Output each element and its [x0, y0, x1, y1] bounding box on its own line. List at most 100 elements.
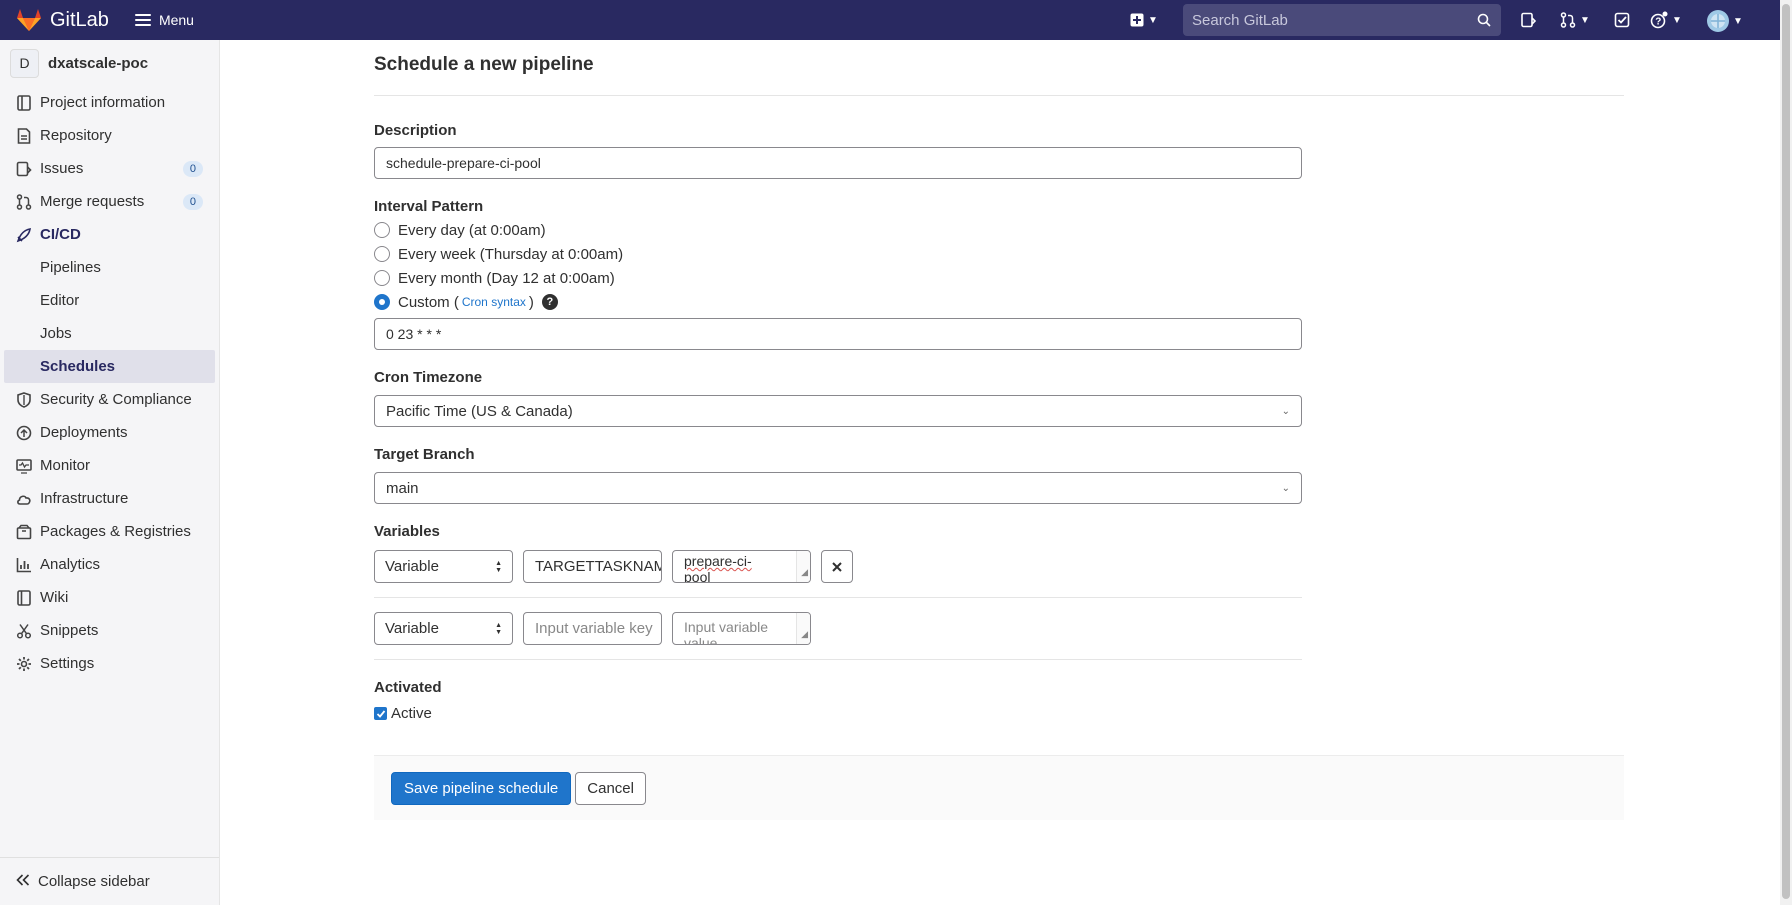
- sidebar-subitem-jobs[interactable]: Jobs: [0, 317, 219, 350]
- repository-icon: [15, 127, 33, 145]
- close-icon: [832, 561, 842, 572]
- sidebar-item-packages-registries[interactable]: Packages & Registries: [0, 515, 219, 548]
- interval-option-daily[interactable]: Every day (at 0:00am): [374, 218, 1624, 242]
- avatar: [1707, 10, 1729, 32]
- chevron-down-icon: ⌄: [1281, 482, 1290, 494]
- page-scrollbar[interactable]: [1780, 0, 1792, 905]
- merge-requests-button[interactable]: ▼: [1560, 12, 1590, 28]
- variable-row: Variable ▲ ▼ TARGETTASKNAM prepare-ci- po…: [374, 536, 1302, 598]
- sidebar-item-merge-requests[interactable]: Merge requests 0: [0, 185, 219, 218]
- sidebar-item-label: CI/CD: [40, 226, 81, 243]
- resize-handle-icon[interactable]: ◢: [801, 564, 808, 580]
- radio-custom[interactable]: [374, 294, 390, 310]
- search-input[interactable]: [1192, 11, 1462, 29]
- sidebar-item-project-information[interactable]: Project information: [0, 86, 219, 119]
- form-actions: Save pipeline schedule Cancel: [374, 755, 1624, 820]
- sidebar-item-settings[interactable]: Settings: [0, 647, 219, 680]
- sidebar-item-label: Infrastructure: [40, 490, 129, 507]
- question-circle-icon[interactable]: ?: [541, 294, 558, 310]
- sidebar-item-snippets[interactable]: Snippets: [0, 614, 219, 647]
- chevron-down-icon: ▼: [1580, 14, 1590, 26]
- active-label: Active: [391, 705, 432, 722]
- page-title: Schedule a new pipeline: [374, 54, 1624, 96]
- todos-button[interactable]: [1614, 12, 1630, 28]
- up-down-arrows-icon: ▲ ▼: [495, 559, 502, 574]
- project-header[interactable]: D dxatscale-poc: [0, 40, 219, 86]
- merge-request-icon: [15, 193, 33, 211]
- variable-value-textarea[interactable]: prepare-ci- pool ◢: [672, 550, 811, 583]
- variable-value-line: pool: [684, 569, 711, 583]
- sidebar-item-label: Project information: [40, 94, 166, 111]
- chevron-down-icon: ▼: [1148, 14, 1158, 26]
- sidebar-subitem-schedules[interactable]: Schedules: [4, 350, 215, 383]
- interval-option-custom[interactable]: Custom ( Cron syntax ) ?: [374, 290, 1624, 314]
- description-input[interactable]: schedule-prepare-ci-pool: [374, 147, 1302, 179]
- sidebar-item-security-compliance[interactable]: Security & Compliance: [0, 383, 219, 416]
- cron-syntax-link[interactable]: Cron syntax: [462, 295, 526, 309]
- sidebar-item-infrastructure[interactable]: Infrastructure: [0, 482, 219, 515]
- radio-weekly[interactable]: [374, 246, 390, 262]
- monitor-icon: [15, 457, 33, 475]
- cron-pattern-input[interactable]: 0 23 * * *: [374, 318, 1302, 350]
- radio-label: Every day (at 0:00am): [398, 221, 546, 239]
- new-dropdown-button[interactable]: ▼: [1130, 13, 1158, 27]
- project-information-icon: [15, 94, 33, 112]
- search-box[interactable]: [1183, 4, 1501, 36]
- sidebar-subitem-editor[interactable]: Editor: [0, 284, 219, 317]
- help-button[interactable]: ? ▼: [1650, 11, 1682, 29]
- variable-type-select[interactable]: Variable ▲ ▼: [374, 612, 513, 645]
- merge-request-icon: [1560, 12, 1576, 28]
- sidebar-subitem-pipelines[interactable]: Pipelines: [0, 251, 219, 284]
- collapse-sidebar-button[interactable]: Collapse sidebar: [0, 857, 219, 905]
- sidebar-item-analytics[interactable]: Analytics: [0, 548, 219, 581]
- remove-variable-button[interactable]: [821, 550, 853, 583]
- sidebar-item-label: Monitor: [40, 457, 91, 474]
- todo-check-icon: [1614, 12, 1630, 28]
- sidebar-item-label: Security & Compliance: [40, 391, 192, 408]
- radio-label: Every month (Day 12 at 0:00am): [398, 269, 615, 287]
- variable-row-empty: Variable ▲ ▼ Input variable key Input var…: [374, 598, 1302, 660]
- variable-key-input[interactable]: TARGETTASKNAM: [523, 550, 662, 583]
- interval-option-weekly[interactable]: Every week (Thursday at 0:00am): [374, 242, 1624, 266]
- variable-type-value: Variable: [385, 558, 439, 575]
- sidebar-item-deployments[interactable]: Deployments: [0, 416, 219, 449]
- variable-value-textarea[interactable]: Input variable value ◢: [672, 612, 811, 645]
- interval-pattern-label: Interval Pattern: [374, 198, 484, 215]
- chevron-down-icon: ▼: [1733, 15, 1743, 27]
- target-branch-value: main: [386, 479, 419, 497]
- interval-option-monthly[interactable]: Every month (Day 12 at 0:00am): [374, 266, 1624, 290]
- sidebar-item-repository[interactable]: Repository: [0, 119, 219, 152]
- sidebar-item-issues[interactable]: Issues 0: [0, 152, 219, 185]
- cron-timezone-dropdown[interactable]: Pacific Time (US & Canada) ⌄: [374, 395, 1302, 427]
- resize-handle-icon[interactable]: ◢: [801, 626, 808, 642]
- user-menu-button[interactable]: ▼: [1707, 10, 1743, 32]
- menu-button[interactable]: Menu: [134, 12, 194, 28]
- book-icon: [15, 589, 33, 607]
- sidebar-item-label: Packages & Registries: [40, 523, 191, 540]
- custom-close-paren: ): [528, 293, 534, 311]
- svg-text:?: ?: [1655, 17, 1661, 28]
- sidebar-item-wiki[interactable]: Wiki: [0, 581, 219, 614]
- variable-type-select[interactable]: Variable ▲ ▼: [374, 550, 513, 583]
- sidebar-item-label: Issues: [40, 160, 84, 177]
- active-checkbox[interactable]: [374, 707, 387, 720]
- sidebar-item-monitor[interactable]: Monitor: [0, 449, 219, 482]
- variable-value-line: prepare-ci-: [684, 553, 752, 569]
- checkmark-icon: [376, 709, 385, 718]
- sidebar-item-label: Snippets: [40, 622, 99, 639]
- radio-daily[interactable]: [374, 222, 390, 238]
- sidebar-item-cicd[interactable]: CI/CD: [0, 218, 219, 251]
- gitlab-logo[interactable]: GitLab: [16, 8, 109, 32]
- hamburger-icon: [134, 14, 151, 26]
- scrollbar-thumb[interactable]: [1782, 4, 1790, 899]
- save-pipeline-schedule-button[interactable]: Save pipeline schedule: [391, 771, 572, 805]
- issues-button[interactable]: [1520, 12, 1536, 28]
- cancel-button[interactable]: Cancel: [575, 771, 646, 805]
- up-down-arrows-icon: ▲ ▼: [495, 621, 502, 636]
- variable-key-input[interactable]: Input variable key: [523, 612, 662, 645]
- active-checkbox-row[interactable]: Active: [374, 705, 1624, 722]
- chart-icon: [15, 556, 33, 574]
- target-branch-dropdown[interactable]: main ⌄: [374, 472, 1302, 504]
- cron-timezone-label: Cron Timezone: [374, 369, 483, 386]
- radio-monthly[interactable]: [374, 270, 390, 286]
